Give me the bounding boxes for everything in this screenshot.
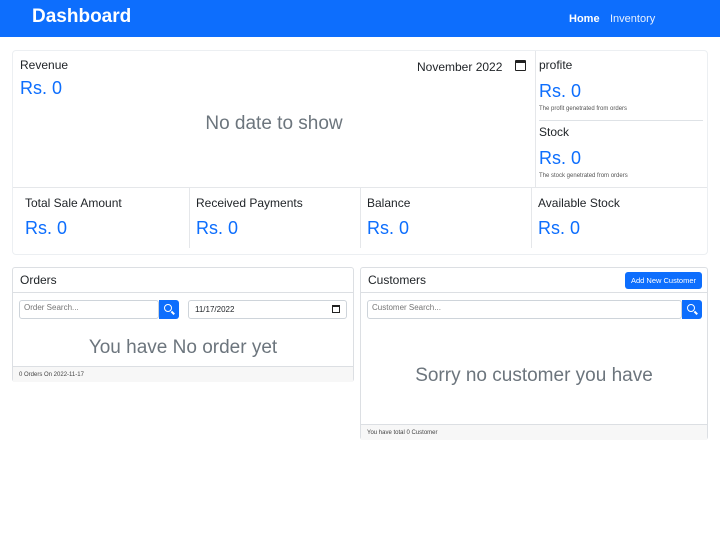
top-navbar: Dashboard Home Inventory bbox=[0, 0, 720, 37]
month-picker[interactable]: November 2022 bbox=[417, 60, 502, 74]
stock-value: Rs. 0 bbox=[539, 148, 582, 168]
nav-link-inventory[interactable]: Inventory bbox=[610, 13, 655, 25]
revenue-value: Rs. 0 bbox=[20, 78, 63, 98]
orders-panel: Orders 11/17/2022 You have No order yet … bbox=[12, 267, 354, 382]
divider bbox=[539, 120, 703, 121]
orders-footer: 0 Orders On 2022-11-17 bbox=[13, 366, 353, 382]
divider bbox=[535, 51, 536, 187]
customer-search-button[interactable] bbox=[682, 300, 702, 319]
stat-value: Rs. 0 bbox=[196, 218, 239, 238]
customers-title: Customers bbox=[368, 273, 427, 287]
add-new-customer-button[interactable]: Add New Customer bbox=[625, 272, 702, 289]
revenue-label: Revenue bbox=[20, 58, 69, 72]
stock-note: The stock genetrated from orders bbox=[539, 173, 628, 179]
order-search-input[interactable] bbox=[24, 303, 144, 312]
stat-available-stock: Available Stock Rs. 0 bbox=[526, 188, 702, 248]
stat-label: Available Stock bbox=[538, 196, 620, 210]
stat-value: Rs. 0 bbox=[25, 218, 68, 238]
customers-footer-text: You have total 0 Customer bbox=[367, 430, 438, 436]
stats-card: Revenue Rs. 0 November 2022 No date to s… bbox=[12, 50, 708, 255]
orders-header: Orders bbox=[13, 268, 353, 293]
order-date-input[interactable]: 11/17/2022 bbox=[188, 300, 347, 319]
stat-received-payments: Received Payments Rs. 0 bbox=[184, 188, 360, 248]
customers-empty-message: Sorry no customer you have bbox=[415, 365, 653, 386]
brand-title[interactable]: Dashboard bbox=[32, 6, 131, 28]
stat-value: Rs. 0 bbox=[538, 218, 581, 238]
customer-search-field[interactable] bbox=[367, 300, 682, 319]
stat-total-sale: Total Sale Amount Rs. 0 bbox=[13, 188, 189, 248]
order-date-value: 11/17/2022 bbox=[195, 305, 235, 314]
orders-footer-text: 0 Orders On 2022-11-17 bbox=[19, 372, 84, 378]
orders-title: Orders bbox=[20, 273, 57, 287]
profit-note: The profit genetrated from orders bbox=[539, 106, 628, 112]
stat-balance: Balance Rs. 0 bbox=[355, 188, 531, 248]
calendar-icon[interactable] bbox=[332, 305, 340, 313]
stat-label: Received Payments bbox=[196, 196, 303, 210]
customers-panel: Customers Add New Customer Sorry no cust… bbox=[360, 267, 708, 440]
customer-search-input[interactable] bbox=[372, 303, 652, 312]
order-search-field[interactable] bbox=[19, 300, 159, 319]
profit-value: Rs. 0 bbox=[539, 81, 582, 101]
profit-label: profite bbox=[539, 58, 573, 72]
customers-footer: You have total 0 Customer bbox=[361, 424, 707, 440]
customers-header: Customers Add New Customer bbox=[361, 268, 707, 293]
revenue-empty-message: No date to show bbox=[205, 113, 343, 134]
stat-label: Total Sale Amount bbox=[25, 196, 122, 210]
stat-value: Rs. 0 bbox=[367, 218, 410, 238]
calendar-icon[interactable] bbox=[515, 60, 526, 71]
stock-label: Stock bbox=[539, 125, 570, 139]
stat-label: Balance bbox=[367, 196, 411, 210]
nav-link-home[interactable]: Home bbox=[569, 13, 600, 25]
orders-empty-message: You have No order yet bbox=[88, 337, 278, 358]
order-search-button[interactable] bbox=[159, 300, 179, 319]
